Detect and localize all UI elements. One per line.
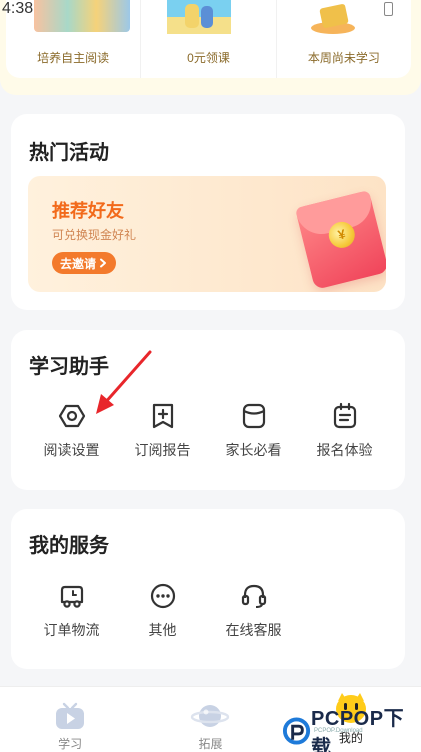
online-service-item[interactable]: 在线客服	[208, 582, 299, 640]
top-feature-card: 培养自主阅读 0元领课 本周尚未学习	[6, 0, 411, 78]
feature-free-course-label: 0元领课	[187, 51, 230, 65]
tab-expand-label: 拓展	[198, 737, 223, 751]
online-service-label: 在线客服	[225, 622, 282, 638]
reading-settings-label: 阅读设置	[43, 442, 100, 458]
parent-guide-item[interactable]: 家长必看	[208, 402, 299, 460]
tab-expand[interactable]: 拓展	[140, 687, 280, 752]
signup-clipboard-icon	[333, 402, 356, 429]
my-services-title: 我的服务	[29, 535, 109, 557]
subscribe-report-label: 订阅报告	[134, 442, 191, 458]
pcpop-logo-icon	[282, 717, 311, 745]
reading-settings-item[interactable]: 阅读设置	[26, 402, 117, 460]
free-course-image	[167, 0, 232, 34]
banner-title: 推荐好友	[52, 201, 124, 221]
hot-activities-card: 热门活动 推荐好友 可兑换现金好礼 去邀请 ¥	[11, 114, 405, 310]
more-dots-icon	[150, 583, 175, 609]
top-banner-area: 培养自主阅读 0元领课 本周尚未学习	[0, 0, 421, 95]
order-logistics-item[interactable]: 订单物流	[26, 582, 117, 640]
tv-play-icon	[56, 702, 85, 729]
feature-weekly-study[interactable]: 本周尚未学习	[275, 0, 411, 78]
battery-icon	[383, 2, 393, 16]
tab-study-label: 学习	[58, 737, 83, 751]
hot-activities-title: 热门活动	[29, 142, 109, 164]
subscribe-report-item[interactable]: 订阅报告	[117, 402, 208, 460]
red-envelope-icon: ¥	[294, 190, 386, 290]
subscribe-report-icon	[152, 403, 173, 429]
my-services-card: 我的服务 订单物流 其他 在线客服	[11, 509, 405, 669]
watermark-logo: PCPOP下载 PCPOP.Download	[282, 702, 421, 752]
chevron-right-icon	[100, 258, 107, 268]
invite-button-label: 去邀请	[60, 256, 97, 271]
services-grid: 订单物流 其他 在线客服	[26, 582, 390, 640]
feature-weekly-study-label: 本周尚未学习	[307, 51, 380, 65]
study-box-image	[307, 3, 363, 36]
status-time: 4:38	[2, 0, 34, 17]
study-assistant-title: 学习助手	[29, 356, 109, 378]
planet-icon	[191, 705, 230, 727]
parent-guide-label: 家长必看	[225, 442, 282, 458]
book-covers-image	[34, 0, 130, 32]
feature-free-course[interactable]: 0元领课	[140, 0, 275, 78]
watermark-subtext: PCPOP.Download	[314, 728, 363, 734]
banner-subtitle: 可兑换现金好礼	[52, 228, 137, 242]
invite-button[interactable]: 去邀请	[52, 252, 117, 274]
assistant-grid: 阅读设置 订阅报告 家长必看 报名体验	[26, 402, 390, 460]
parent-guide-icon	[242, 403, 265, 429]
tab-study[interactable]: 学习	[0, 687, 140, 752]
invite-friends-banner[interactable]: 推荐好友 可兑换现金好礼 去邀请 ¥	[28, 176, 386, 292]
feature-reading-label: 培养自主阅读	[37, 51, 110, 65]
hexagon-settings-icon	[58, 404, 85, 428]
watermark-text: PCPOP下载	[311, 708, 405, 752]
headset-icon	[241, 584, 266, 608]
signup-trial-label: 报名体验	[316, 442, 373, 458]
delivery-truck-icon	[60, 585, 83, 608]
study-assistant-card: 学习助手 阅读设置 订阅报告 家长必看 报名体验	[11, 330, 405, 490]
order-logistics-label: 订单物流	[43, 622, 100, 638]
other-label: 其他	[148, 622, 177, 638]
other-item[interactable]: 其他	[117, 582, 208, 640]
signup-trial-item[interactable]: 报名体验	[299, 402, 390, 460]
